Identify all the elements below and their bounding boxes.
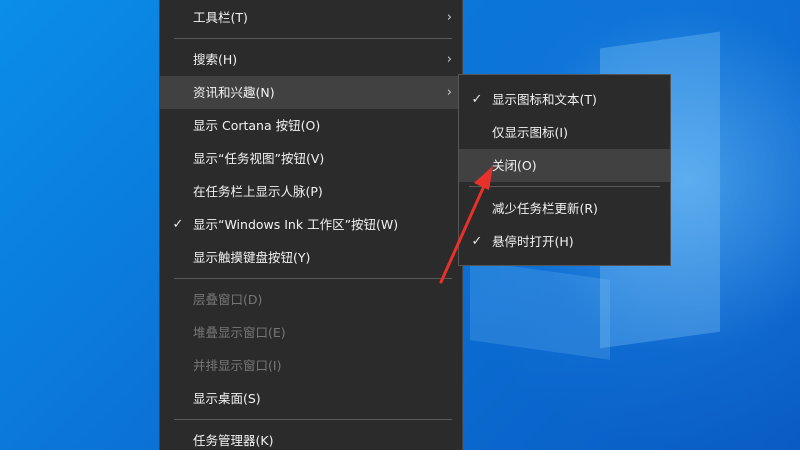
menu-item-cascade-windows: 层叠窗口(D) — [160, 283, 462, 316]
checkmark-icon: ✓ — [471, 92, 483, 107]
menu-item-show-windows-ink[interactable]: ✓ 显示“Windows Ink 工作区”按钮(W) — [160, 208, 462, 241]
menu-item-label: 堆叠显示窗口(E) — [193, 325, 286, 340]
menu-separator — [174, 38, 452, 39]
menu-item-news-and-interests[interactable]: 资讯和兴趣(N) › — [160, 76, 462, 109]
menu-item-label: 层叠窗口(D) — [193, 292, 263, 307]
menu-separator — [469, 186, 660, 187]
menu-item-label: 显示桌面(S) — [193, 391, 261, 406]
menu-item-show-task-view[interactable]: 显示“任务视图”按钮(V) — [160, 142, 462, 175]
menu-item-label: 资讯和兴趣(N) — [193, 85, 275, 100]
menu-item-label: 悬停时打开(H) — [492, 234, 574, 249]
checkmark-icon: ✓ — [172, 217, 184, 232]
menu-separator — [174, 278, 452, 279]
menu-item-label: 关闭(O) — [492, 158, 537, 173]
menu-item-show-touch-keyboard[interactable]: 显示触摸键盘按钮(Y) — [160, 241, 462, 274]
menu-item-label: 工具栏(T) — [193, 10, 248, 25]
menu-item-stack-windows: 堆叠显示窗口(E) — [160, 316, 462, 349]
submenu-item-show-icon-and-text[interactable]: ✓ 显示图标和文本(T) — [459, 83, 670, 116]
menu-item-show-cortana[interactable]: 显示 Cortana 按钮(O) — [160, 109, 462, 142]
menu-item-show-people[interactable]: 在任务栏上显示人脉(P) — [160, 175, 462, 208]
menu-item-label: 搜索(H) — [193, 52, 238, 67]
menu-item-label: 任务管理器(K) — [193, 433, 274, 448]
menu-item-label: 仅显示图标(I) — [492, 125, 568, 140]
menu-item-side-by-side-windows: 并排显示窗口(I) — [160, 349, 462, 382]
menu-item-show-desktop[interactable]: 显示桌面(S) — [160, 382, 462, 415]
menu-item-label: 显示“任务视图”按钮(V) — [193, 151, 325, 166]
chevron-right-icon: › — [446, 52, 452, 67]
news-and-interests-submenu: ✓ 显示图标和文本(T) 仅显示图标(I) 关闭(O) 减少任务栏更新(R) ✓… — [458, 74, 671, 266]
menu-item-label: 减少任务栏更新(R) — [492, 201, 598, 216]
submenu-item-show-icon-only[interactable]: 仅显示图标(I) — [459, 116, 670, 149]
menu-item-label: 并排显示窗口(I) — [193, 358, 282, 373]
menu-item-search[interactable]: 搜索(H) › — [160, 43, 462, 76]
chevron-right-icon: › — [446, 85, 452, 100]
menu-item-label: 显示“Windows Ink 工作区”按钮(W) — [193, 217, 399, 232]
menu-item-label: 显示图标和文本(T) — [492, 92, 597, 107]
taskbar-context-menu: 工具栏(T) › 搜索(H) › 资讯和兴趣(N) › 显示 Cortana 按… — [159, 0, 463, 450]
menu-item-toolbars[interactable]: 工具栏(T) › — [160, 1, 462, 34]
menu-item-label: 显示 Cortana 按钮(O) — [193, 118, 321, 133]
menu-item-task-manager[interactable]: 任务管理器(K) — [160, 424, 462, 457]
menu-item-label: 在任务栏上显示人脉(P) — [193, 184, 323, 199]
submenu-item-open-on-hover[interactable]: ✓ 悬停时打开(H) — [459, 225, 670, 258]
menu-separator — [174, 419, 452, 420]
checkmark-icon: ✓ — [471, 234, 483, 249]
chevron-right-icon: › — [446, 10, 452, 25]
menu-item-label: 显示触摸键盘按钮(Y) — [193, 250, 311, 265]
submenu-item-reduce-taskbar-updates[interactable]: 减少任务栏更新(R) — [459, 192, 670, 225]
submenu-item-turn-off[interactable]: 关闭(O) — [459, 149, 670, 182]
